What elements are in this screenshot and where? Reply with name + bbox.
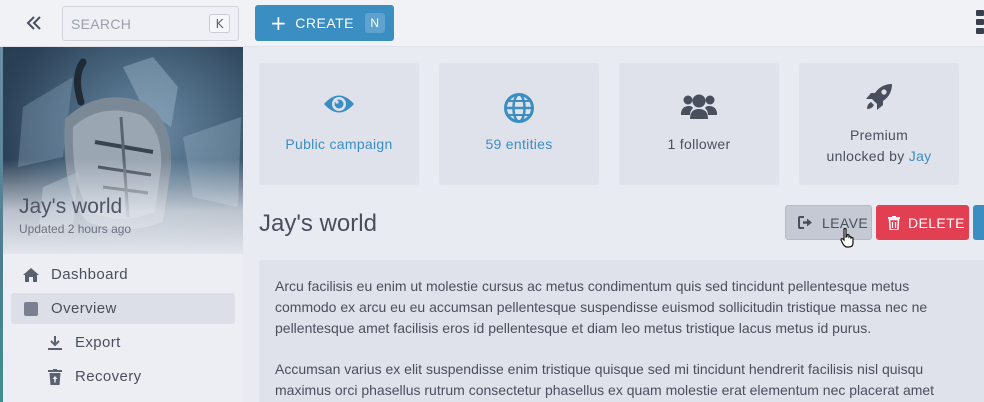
stat-label: 59 entities xyxy=(485,136,553,152)
globe-icon xyxy=(439,93,599,123)
rocket-icon xyxy=(799,83,959,111)
sidebar-item-export[interactable]: Export xyxy=(11,327,235,358)
world-updated-time: Updated 2 hours ago xyxy=(19,222,132,236)
square-icon xyxy=(21,299,41,319)
sidebar-item-recovery[interactable]: Recovery xyxy=(11,361,235,392)
world-banner-image: Jay's world Updated 2 hours ago xyxy=(3,47,243,254)
page-title: Jay's world xyxy=(259,210,377,237)
search-input[interactable] xyxy=(71,15,191,32)
create-shortcut-key: N xyxy=(365,13,386,33)
plus-icon: + xyxy=(270,11,288,35)
topbar: K + CREATE N xyxy=(0,0,984,47)
hand-cursor-icon xyxy=(840,228,854,248)
sidebar-item-label: Export xyxy=(75,334,121,351)
stat-card-visibility[interactable]: Public campaign xyxy=(259,63,419,185)
collapse-sidebar-button[interactable] xyxy=(18,10,50,36)
world-name[interactable]: Jay's world xyxy=(19,195,122,219)
home-icon xyxy=(21,265,41,285)
chevrons-left-icon xyxy=(26,16,41,30)
search-box[interactable]: K xyxy=(62,6,239,41)
kebab-menu-icon[interactable] xyxy=(976,10,984,36)
leave-button[interactable]: LEAVE xyxy=(785,205,872,240)
eye-icon xyxy=(259,93,419,115)
users-icon xyxy=(619,93,779,119)
trash-restore-icon xyxy=(45,367,65,387)
stat-card-entities[interactable]: 59 entities xyxy=(439,63,599,185)
entry-body: Arcu facilisis eu enim ut molestie cursu… xyxy=(259,260,984,402)
create-button[interactable]: + CREATE N xyxy=(255,5,394,41)
premium-unlocked-label: unlocked by xyxy=(826,148,905,164)
sign-out-icon xyxy=(798,216,813,229)
download-icon xyxy=(45,333,65,353)
sidebar-item-label: Dashboard xyxy=(51,266,128,283)
stat-card-premium[interactable]: Premium unlocked by Jay xyxy=(799,63,959,185)
search-shortcut-key: K xyxy=(209,14,230,33)
edit-button[interactable] xyxy=(973,205,984,240)
sidebar-nav: Dashboard Overview Export Recovery xyxy=(11,259,235,395)
sidebar-item-overview[interactable]: Overview xyxy=(11,293,235,324)
trash-icon xyxy=(888,215,900,230)
sidebar-item-dashboard[interactable]: Dashboard xyxy=(11,259,235,290)
stat-label: Premium unlocked by Jay xyxy=(799,125,959,167)
entry-paragraph: Accumsan varius ex elit suspendisse enim… xyxy=(275,361,935,398)
stat-label: 1 follower xyxy=(667,136,731,152)
stat-label: Public campaign xyxy=(285,136,393,152)
sidebar-item-label: Overview xyxy=(51,300,117,317)
stat-card-followers[interactable]: 1 follower xyxy=(619,63,779,185)
sidebar: Jay's world Updated 2 hours ago Dashboar… xyxy=(0,47,243,402)
create-label: CREATE xyxy=(295,15,355,31)
entry-paragraph: Arcu facilisis eu enim ut molestie cursu… xyxy=(275,278,928,336)
delete-button[interactable]: DELETE xyxy=(876,205,969,240)
delete-label: DELETE xyxy=(908,214,965,231)
sidebar-item-label: Recovery xyxy=(75,368,142,385)
sidebar-edge-strip xyxy=(0,47,3,402)
premium-user-link[interactable]: Jay xyxy=(909,148,932,164)
premium-label: Premium xyxy=(849,127,909,143)
